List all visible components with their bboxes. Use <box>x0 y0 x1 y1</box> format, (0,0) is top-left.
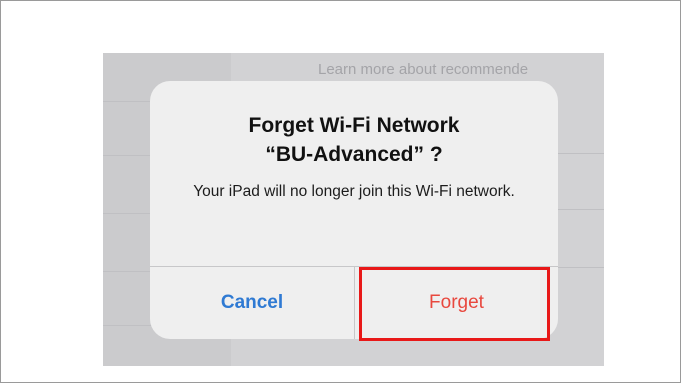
forget-button[interactable]: Forget <box>355 267 558 339</box>
alert-title: Forget Wi-Fi Network “BU-Advanced” ? <box>150 111 558 169</box>
cancel-button[interactable]: Cancel <box>150 267 354 339</box>
forget-network-alert: Forget Wi-Fi Network “BU-Advanced” ? You… <box>150 81 558 339</box>
background-hint-text: Learn more about recommende <box>318 61 529 78</box>
alert-message: Your iPad will no longer join this Wi-Fi… <box>193 183 515 200</box>
alert-title-line-1: Forget Wi-Fi Network <box>248 114 460 137</box>
alert-title-network-name: “BU-Advanced” ? <box>265 143 443 166</box>
figure-frame: Learn more about recommende Forget Wi-Fi… <box>0 0 681 383</box>
ipad-screenshot: Learn more about recommende Forget Wi-Fi… <box>103 53 604 366</box>
